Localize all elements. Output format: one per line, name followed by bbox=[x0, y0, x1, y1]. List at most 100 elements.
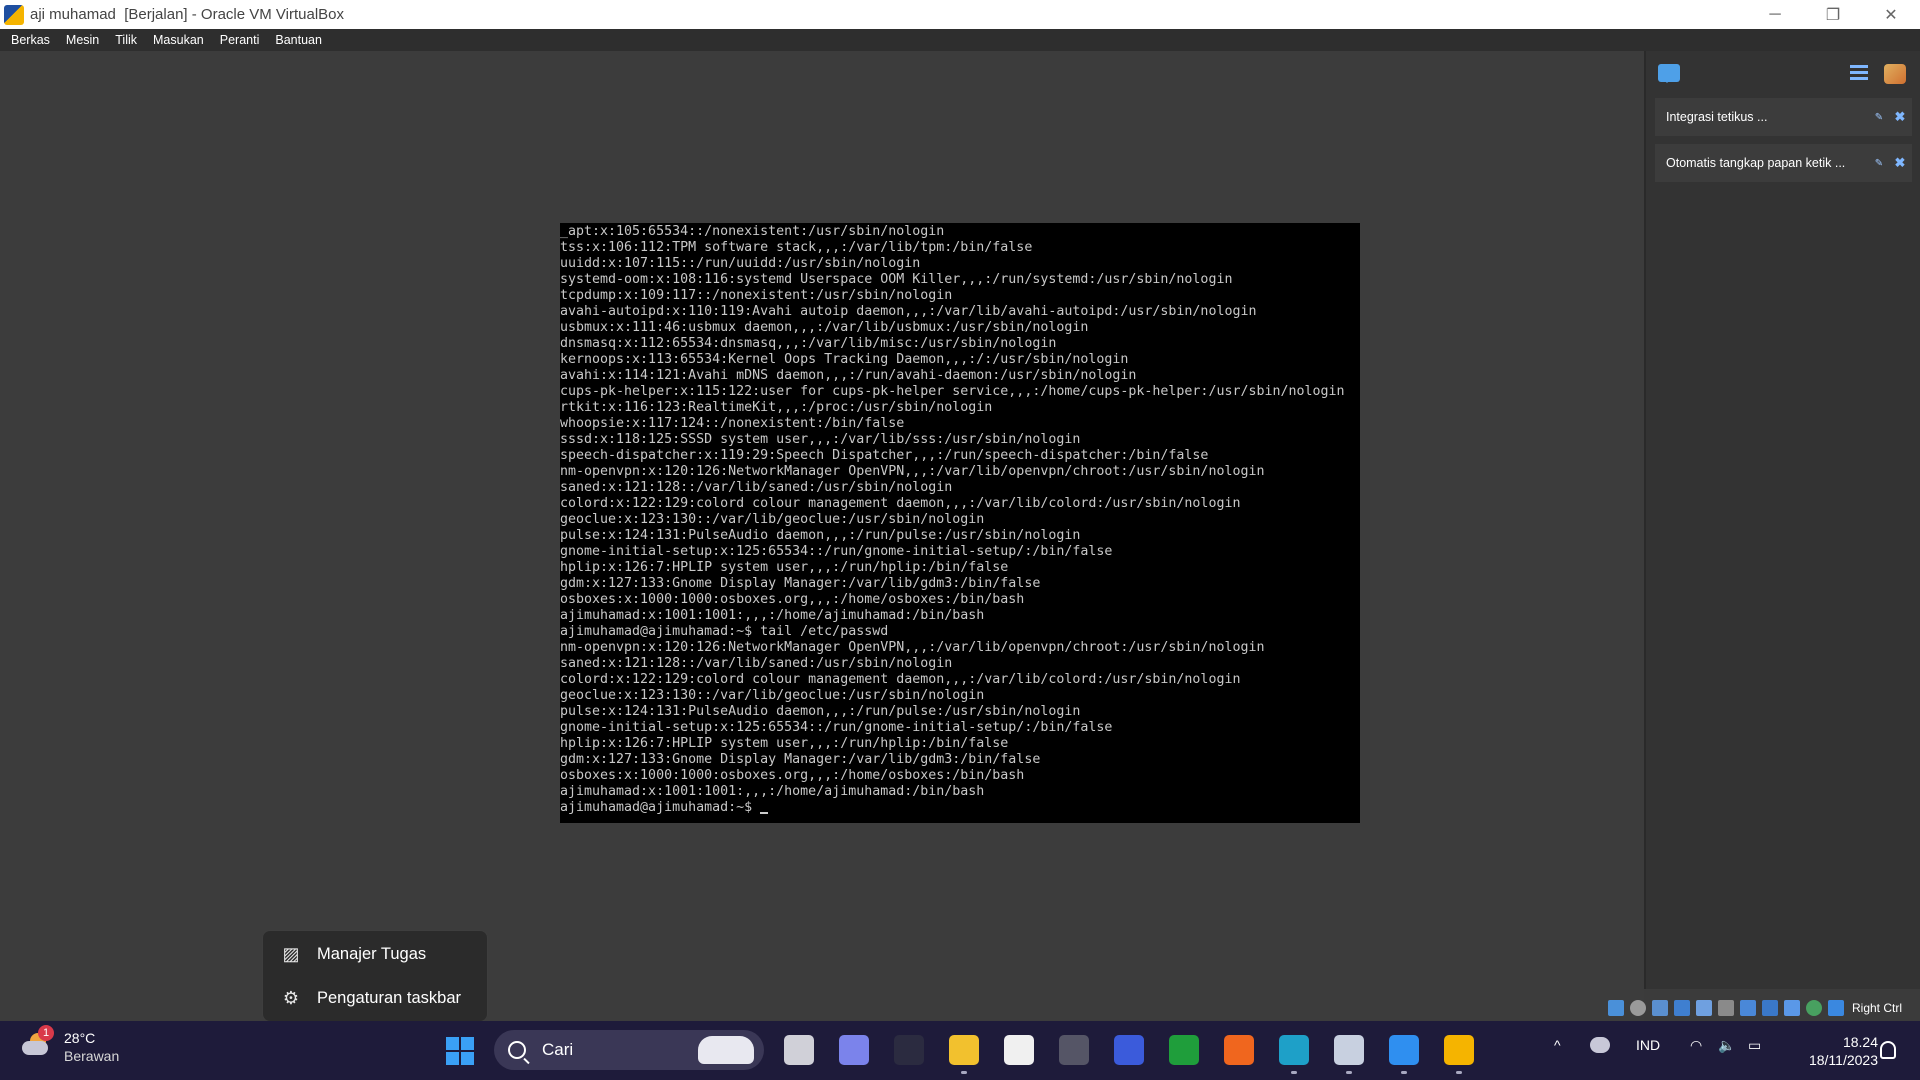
teams-chat-icon[interactable] bbox=[839, 1035, 869, 1065]
terminal-line: sssd:x:118:125:SSSD system user,,,:/var/… bbox=[560, 432, 1081, 447]
minimize-button[interactable]: ─ bbox=[1746, 0, 1804, 29]
notification-bell-icon[interactable] bbox=[1880, 1041, 1896, 1059]
menu-tilik[interactable]: Tilik bbox=[107, 29, 145, 51]
vm-status-bar: Right Ctrl bbox=[1608, 996, 1920, 1020]
network-icon[interactable] bbox=[1674, 1000, 1690, 1016]
terminal-app-icon[interactable] bbox=[894, 1035, 924, 1065]
pin-icon[interactable]: ✎ bbox=[1870, 112, 1888, 123]
terminal-line: rtkit:x:116:123:RealtimeKit,,,:/proc:/us… bbox=[560, 400, 993, 415]
show-hidden-icons-chevron[interactable]: ^ bbox=[1554, 1037, 1561, 1053]
recording-icon[interactable] bbox=[1762, 1000, 1778, 1016]
terminal-line: geoclue:x:123:130::/var/lib/geoclue:/usr… bbox=[560, 512, 985, 527]
weather-widget[interactable]: 1 28°C Berawan bbox=[20, 1025, 119, 1065]
terminal-line: colord:x:122:129:colord colour managemen… bbox=[560, 672, 1241, 687]
terminal-output: _apt:x:105:65534::/nonexistent:/usr/sbin… bbox=[560, 223, 1360, 816]
close-button[interactable]: ✕ bbox=[1862, 0, 1920, 29]
clear-notifications-icon[interactable] bbox=[1884, 64, 1906, 84]
unity-hub-icon[interactable] bbox=[1059, 1035, 1089, 1065]
menu-mesin[interactable]: Mesin bbox=[58, 29, 107, 51]
search-highlight-image bbox=[698, 1036, 754, 1064]
close-icon[interactable]: ✖ bbox=[1888, 109, 1912, 125]
wifi-icon[interactable]: ◠ bbox=[1690, 1037, 1702, 1054]
terminal-line: saned:x:121:128::/var/lib/saned:/usr/sbi… bbox=[560, 480, 953, 495]
volume-icon[interactable]: 🔈 bbox=[1718, 1037, 1735, 1054]
running-indicator bbox=[961, 1071, 967, 1074]
terminal-prompt: ajimuhamad@ajimuhamad:~$ bbox=[560, 800, 1360, 816]
mouse-integration-icon[interactable] bbox=[1806, 1000, 1822, 1016]
language-indicator[interactable]: IND bbox=[1636, 1037, 1660, 1053]
task-manager-icon: ▨ bbox=[282, 944, 300, 964]
start-button[interactable] bbox=[446, 1037, 474, 1065]
running-indicator bbox=[1401, 1071, 1407, 1074]
hard-disk-icon[interactable] bbox=[1608, 1000, 1624, 1016]
terminal-line: avahi-autoipd:x:110:119:Avahi autoip dae… bbox=[560, 304, 1257, 319]
close-icon[interactable]: ✖ bbox=[1888, 155, 1912, 171]
window-title-bar: aji muhamad [Berjalan] - Oracle VM Virtu… bbox=[0, 0, 1920, 29]
window-title: aji muhamad [Berjalan] - Oracle VM Virtu… bbox=[30, 6, 345, 23]
terminal-line: osboxes:x:1000:1000:osboxes.org,,,:/home… bbox=[560, 592, 1025, 607]
terminal-line: pulse:x:124:131:PulseAudio daemon,,,:/ru… bbox=[560, 528, 1081, 543]
terminal-line: whoopsie:x:117:124::/nonexistent:/bin/fa… bbox=[560, 416, 905, 431]
taskbar-search[interactable]: Cari bbox=[494, 1030, 764, 1070]
keyboard-capture-icon[interactable] bbox=[1828, 1000, 1844, 1016]
cpu-icon[interactable] bbox=[1784, 1000, 1800, 1016]
firefox-icon[interactable] bbox=[1224, 1035, 1254, 1065]
notification-panel: Integrasi tetikus ... ✎ ✖ Otomatis tangk… bbox=[1644, 51, 1920, 989]
terminal-line: kernoops:x:113:65534:Kernel Oops Trackin… bbox=[560, 352, 1129, 367]
code-editor-icon[interactable] bbox=[1114, 1035, 1144, 1065]
terminal-line: hplip:x:126:7:HPLIP system user,,,:/run/… bbox=[560, 560, 1009, 575]
terminal-line: pulse:x:124:131:PulseAudio daemon,,,:/ru… bbox=[560, 704, 1081, 719]
terminal-line: ajimuhamad:x:1001:1001:,,,:/home/ajimuha… bbox=[560, 784, 985, 799]
pin-icon[interactable]: ✎ bbox=[1870, 158, 1888, 169]
clock-time: 18.24 bbox=[1842, 1034, 1878, 1050]
notification-header bbox=[1646, 51, 1920, 93]
menu-masukan[interactable]: Masukan bbox=[145, 29, 212, 51]
edge-icon[interactable] bbox=[1279, 1035, 1309, 1065]
virtualbox-vm-icon[interactable] bbox=[1444, 1035, 1474, 1065]
terminal-line: hplip:x:126:7:HPLIP system user,,,:/run/… bbox=[560, 736, 1009, 751]
menu-item-taskbar-settings[interactable]: ⚙ Pengaturan taskbar bbox=[263, 976, 487, 1020]
settings-gear-icon: ⚙ bbox=[282, 988, 300, 1008]
notification-center-icon[interactable] bbox=[1658, 64, 1680, 83]
notification-text: Otomatis tangkap papan ketik ... bbox=[1666, 156, 1846, 170]
running-indicator bbox=[1291, 1071, 1297, 1074]
optical-drive-icon[interactable] bbox=[1630, 1000, 1646, 1016]
virtualbox-icon[interactable] bbox=[1334, 1035, 1364, 1065]
menu-berkas[interactable]: Berkas bbox=[0, 29, 58, 51]
menu-item-task-manager[interactable]: ▨ Manajer Tugas bbox=[263, 932, 487, 976]
photos-icon[interactable] bbox=[1389, 1035, 1419, 1065]
battery-icon[interactable]: ▭ bbox=[1748, 1037, 1761, 1054]
partly-cloudy-icon: 1 bbox=[20, 1025, 54, 1061]
taskbar-context-menu: ▨ Manajer Tugas ⚙ Pengaturan taskbar bbox=[262, 930, 488, 1022]
terminal-line: speech-dispatcher:x:119:29:Speech Dispat… bbox=[560, 448, 1209, 463]
shared-folder-icon[interactable] bbox=[1718, 1000, 1734, 1016]
system-clock[interactable]: 18.24 18/11/2023 bbox=[1786, 1033, 1878, 1069]
notification-badge: 1 bbox=[38, 1025, 54, 1041]
guest-terminal[interactable]: _apt:x:105:65534::/nonexistent:/usr/sbin… bbox=[560, 223, 1360, 823]
terminal-line: gnome-initial-setup:x:125:65534::/run/gn… bbox=[560, 720, 1113, 735]
task-view-icon[interactable] bbox=[784, 1035, 814, 1065]
notification-keyboard-capture[interactable]: Otomatis tangkap papan ketik ... ✎ ✖ bbox=[1655, 144, 1912, 182]
terminal-line: avahi:x:114:121:Avahi mDNS daemon,,,:/ru… bbox=[560, 368, 1137, 383]
terminal-line: _apt:x:105:65534::/nonexistent:/usr/sbin… bbox=[560, 224, 945, 239]
terminal-line: osboxes:x:1000:1000:osboxes.org,,,:/home… bbox=[560, 768, 1025, 783]
clock-date: 18/11/2023 bbox=[1808, 1052, 1878, 1068]
terminal-line: usbmux:x:111:46:usbmux daemon,,,:/var/li… bbox=[560, 320, 1089, 335]
display-icon[interactable] bbox=[1740, 1000, 1756, 1016]
terminal-line: dnsmasq:x:112:65534:dnsmasq,,,:/var/lib/… bbox=[560, 336, 1057, 351]
maximize-button[interactable]: ❐ bbox=[1804, 0, 1862, 29]
file-explorer-icon[interactable] bbox=[949, 1035, 979, 1065]
audio-icon[interactable] bbox=[1652, 1000, 1668, 1016]
menu-item-label: Manajer Tugas bbox=[317, 944, 427, 963]
terminal-line: nm-openvpn:x:120:126:NetworkManager Open… bbox=[560, 464, 1265, 479]
onedrive-icon[interactable] bbox=[1590, 1037, 1610, 1053]
microsoft-store-icon[interactable] bbox=[1004, 1035, 1034, 1065]
terminal-line: nm-openvpn:x:120:126:NetworkManager Open… bbox=[560, 640, 1265, 655]
menu-bantuan[interactable]: Bantuan bbox=[267, 29, 330, 51]
terminal-line: gdm:x:127:133:Gnome Display Manager:/var… bbox=[560, 752, 1041, 767]
menu-peranti[interactable]: Peranti bbox=[212, 29, 268, 51]
xbox-icon[interactable] bbox=[1169, 1035, 1199, 1065]
sort-notifications-icon[interactable] bbox=[1850, 65, 1868, 83]
usb-icon[interactable] bbox=[1696, 1000, 1712, 1016]
notification-mouse-integration[interactable]: Integrasi tetikus ... ✎ ✖ bbox=[1655, 98, 1912, 136]
